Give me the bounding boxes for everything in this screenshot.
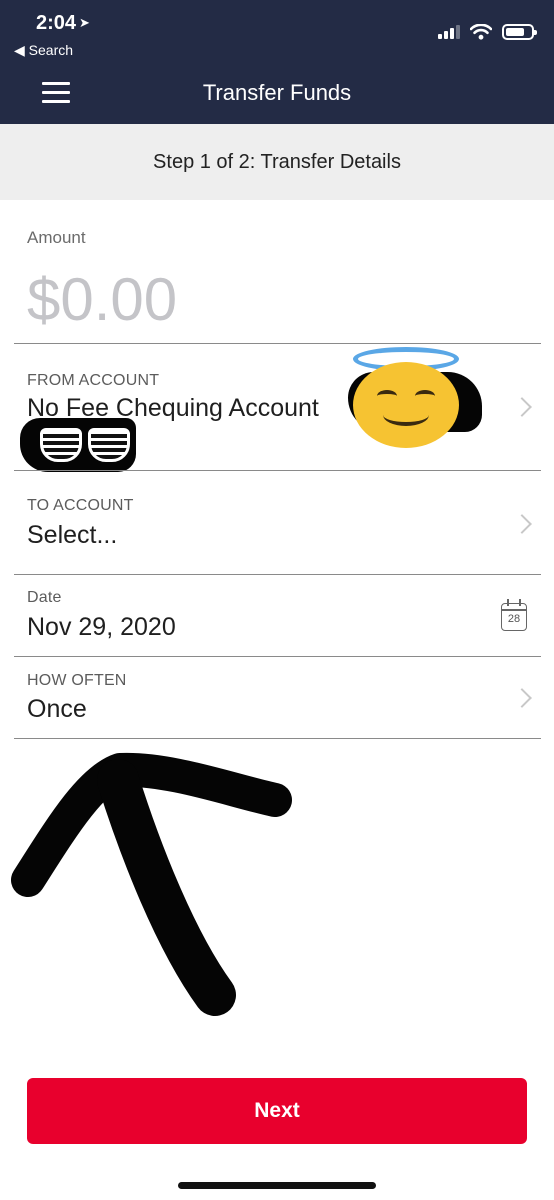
sunglasses-emoji bbox=[38, 424, 132, 468]
to-account-value: Select... bbox=[27, 521, 118, 549]
chevron-right-icon bbox=[512, 688, 532, 708]
date-selector[interactable]: Date Nov 29, 2020 28 bbox=[14, 575, 541, 657]
app-header: 2:04 ➤ ◀ Search Transfer Funds bbox=[0, 0, 554, 124]
to-account-label: TO ACCOUNT bbox=[27, 497, 134, 514]
next-button[interactable]: Next bbox=[27, 1078, 527, 1144]
amount-input[interactable]: $0.00 bbox=[27, 265, 177, 334]
how-often-selector[interactable]: HOW OFTEN Once bbox=[14, 657, 541, 739]
calendar-icon[interactable]: 28 bbox=[501, 599, 527, 631]
how-often-value: Once bbox=[27, 695, 87, 723]
page-title: Transfer Funds bbox=[202, 80, 352, 105]
battery-icon bbox=[502, 24, 537, 40]
chevron-right-icon bbox=[512, 514, 532, 534]
step-indicator: Step 1 of 2: Transfer Details bbox=[0, 124, 554, 200]
divider bbox=[14, 738, 541, 739]
home-indicator[interactable] bbox=[178, 1182, 376, 1189]
from-account-label: FROM ACCOUNT bbox=[27, 372, 160, 389]
chevron-right-icon bbox=[512, 397, 532, 417]
smiling-face-with-halo-emoji bbox=[353, 362, 459, 448]
status-icons bbox=[438, 24, 537, 40]
hand-drawn-arrow bbox=[11, 752, 292, 1016]
how-often-label: HOW OFTEN bbox=[27, 672, 127, 689]
location-arrow-icon: ➤ bbox=[79, 15, 90, 30]
to-account-selector[interactable]: TO ACCOUNT Select... bbox=[14, 471, 541, 575]
amount-label: Amount bbox=[27, 228, 86, 247]
date-value: Nov 29, 2020 bbox=[27, 613, 176, 641]
date-label: Date bbox=[27, 589, 62, 606]
wifi-icon bbox=[470, 24, 492, 40]
status-time: 2:04 ➤ bbox=[36, 12, 90, 34]
back-to-search-link[interactable]: ◀ Search bbox=[14, 42, 73, 59]
cellular-signal-icon bbox=[438, 25, 460, 39]
